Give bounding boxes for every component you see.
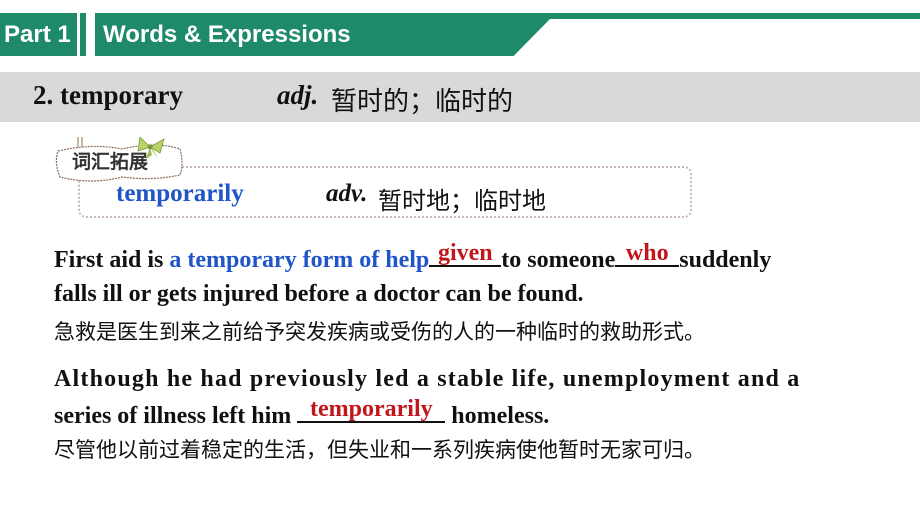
example-2-prefix: series of illness left him [54, 403, 298, 429]
example-1-suffix: suddenly [679, 247, 772, 273]
derived-word: temporarily [116, 180, 244, 207]
example-1-highlight: a temporary form of help [169, 247, 430, 273]
example-1-prefix: First aid is [54, 247, 170, 273]
entry-pos: adj. [277, 80, 319, 110]
example-1-translation: 急救是医生到来之前给予突发疾病或受伤的人的一种临时的救助形式。 [54, 320, 705, 344]
example-2-line-2: series of illness left him temporarily h… [54, 397, 550, 430]
answer-text: who [625, 240, 669, 266]
section-title: Words & Expressions [95, 13, 550, 56]
answer-text: given [437, 240, 493, 266]
header-divider [80, 13, 86, 56]
entry-definition: 暂时的；临时的 [331, 87, 514, 117]
word-entry-band: 2. temporary adj. 暂时的；临时的 [0, 72, 920, 122]
example-2-translation: 尽管他以前过着稳定的生活，但失业和一系列疾病使他暂时无家可归。 [54, 438, 705, 462]
section-header: Part 1 Words & Expressions [0, 0, 920, 60]
example-1-middle: to someone [501, 247, 616, 273]
example-1-line-2: falls ill or gets injured before a docto… [54, 281, 584, 307]
answer-blank: temporarily [297, 397, 446, 423]
answer-blank: given [429, 241, 502, 267]
header-rule [540, 13, 920, 19]
tag-label: 词汇拓展 [72, 151, 149, 173]
example-2-line-1: Although he had previously led a stable … [54, 366, 801, 392]
answer-blank: who [615, 241, 680, 267]
derived-pos: adv. [326, 180, 368, 207]
part-label: Part 1 [0, 13, 77, 56]
derived-definition: 暂时地；临时地 [378, 187, 546, 215]
example-1-line-1: First aid is a temporary form of help giv… [54, 241, 772, 274]
entry-word: 2. temporary [33, 80, 183, 110]
vocab-expansion-tag: 词汇拓展 [52, 137, 192, 185]
example-2-suffix: homeless. [445, 403, 550, 429]
answer-text: temporarily [309, 396, 433, 422]
